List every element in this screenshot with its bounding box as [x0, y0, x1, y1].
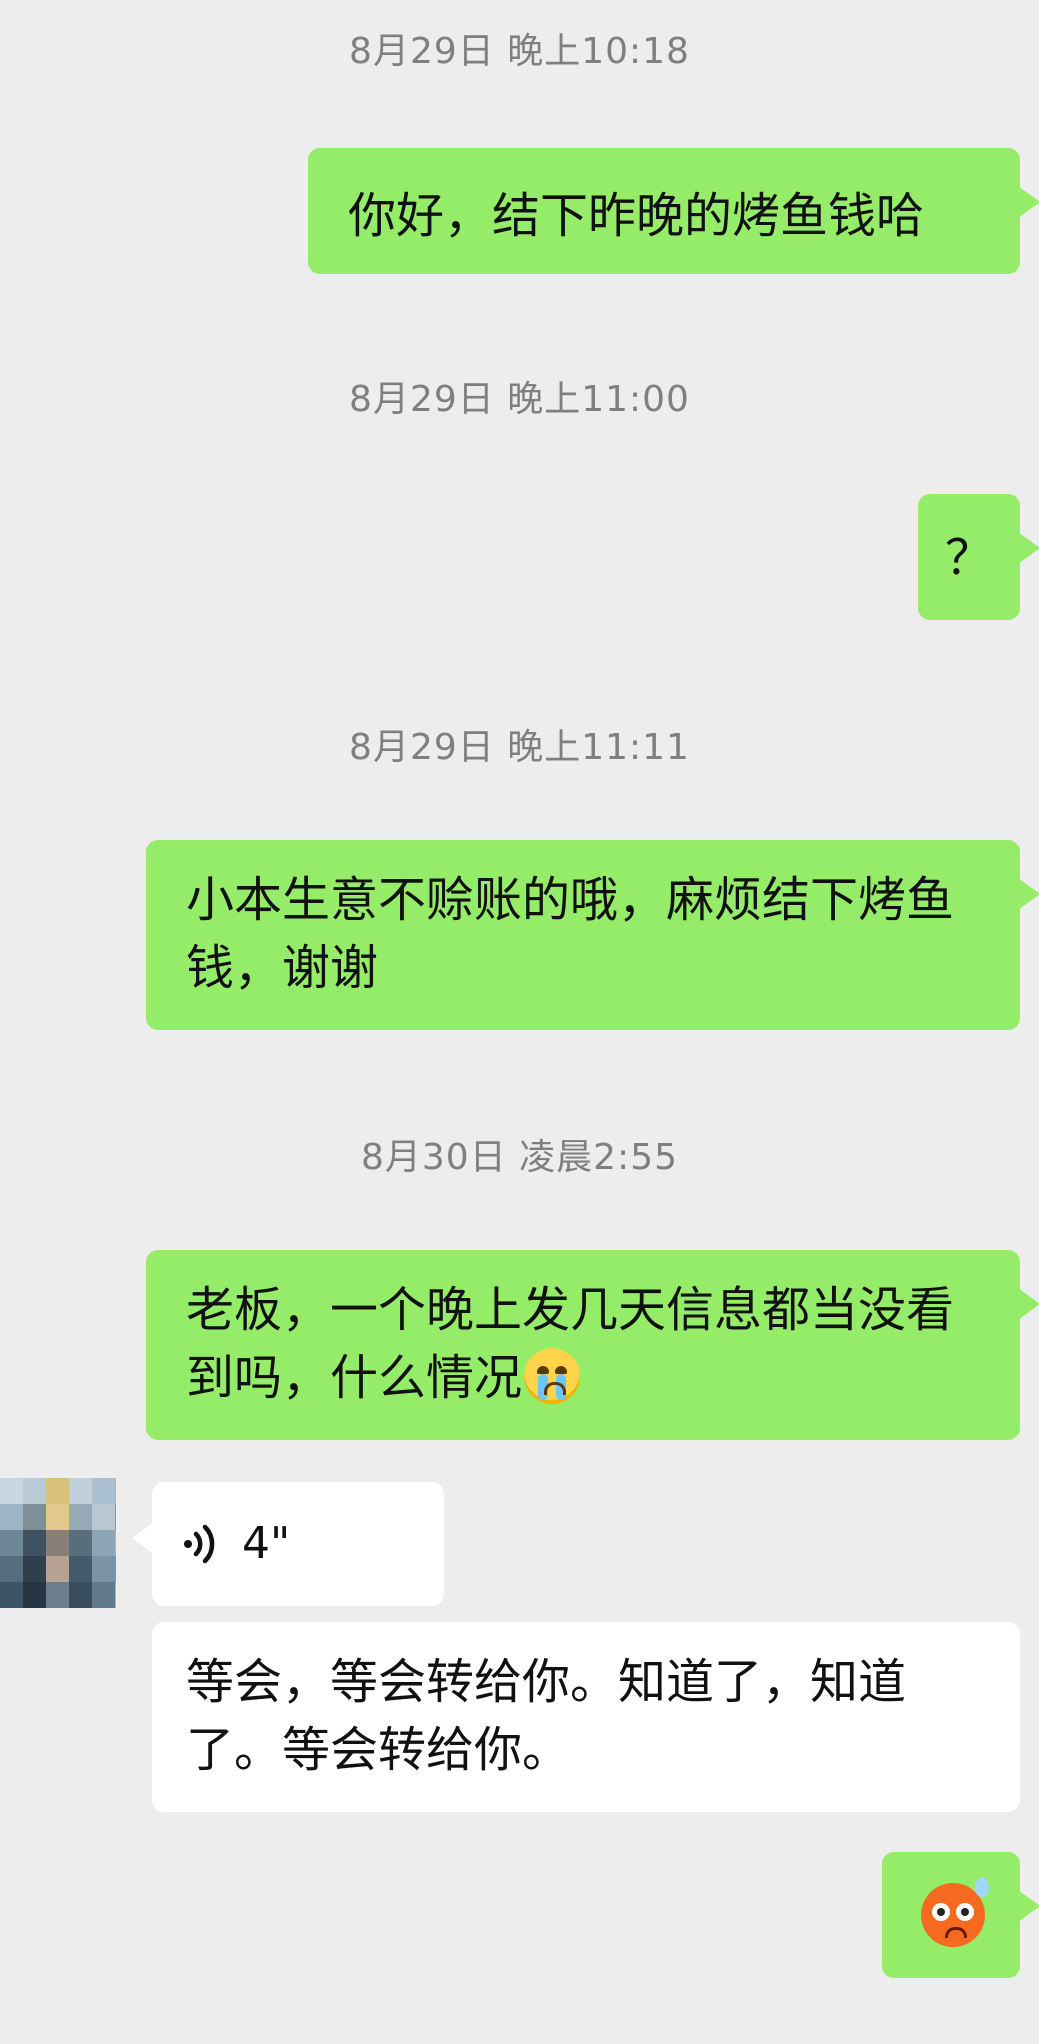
anxious-sweat-face-emoji-icon: [921, 1877, 989, 1947]
message-bubble-outgoing[interactable]: 老板，一个晚上发几天信息都当没看到吗，什么情况: [146, 1250, 1039, 1440]
message-bubble-outgoing[interactable]: 小本生意不赊账的哦，麻烦结下烤鱼钱，谢谢: [146, 840, 1039, 1030]
crying-face-emoji-icon: [524, 1348, 581, 1404]
timestamp: 8月30日 凌晨2:55: [361, 1137, 678, 1178]
message-text: 你好，结下昨晚的烤鱼钱哈: [348, 188, 925, 244]
voice-transcript: 等会，等会转给你。知道了，知道了。等会转给你。: [152, 1622, 1020, 1812]
message-text: 小本生意不赊账的哦，麻烦结下烤鱼钱，谢谢: [186, 872, 955, 996]
timestamp: 8月29日 晚上11:00: [349, 379, 690, 420]
voice-message-bubble[interactable]: 4": [132, 1482, 444, 1606]
message-text: ？: [944, 530, 993, 586]
avatar[interactable]: [0, 1478, 116, 1608]
message-bubble-outgoing[interactable]: 你好，结下昨晚的烤鱼钱哈: [308, 148, 1039, 274]
transcript-text: 等会，等会转给你。知道了，知道了。等会转给你。: [186, 1654, 907, 1778]
message-bubble-outgoing[interactable]: ？: [918, 494, 1039, 620]
timestamp: 8月29日 晚上10:18: [349, 31, 690, 72]
message-bubble-outgoing[interactable]: [882, 1852, 1039, 1978]
voice-duration: 4": [242, 1518, 291, 1569]
timestamp: 8月29日 晚上11:11: [349, 727, 690, 768]
voice-wave-icon: [184, 1524, 215, 1564]
